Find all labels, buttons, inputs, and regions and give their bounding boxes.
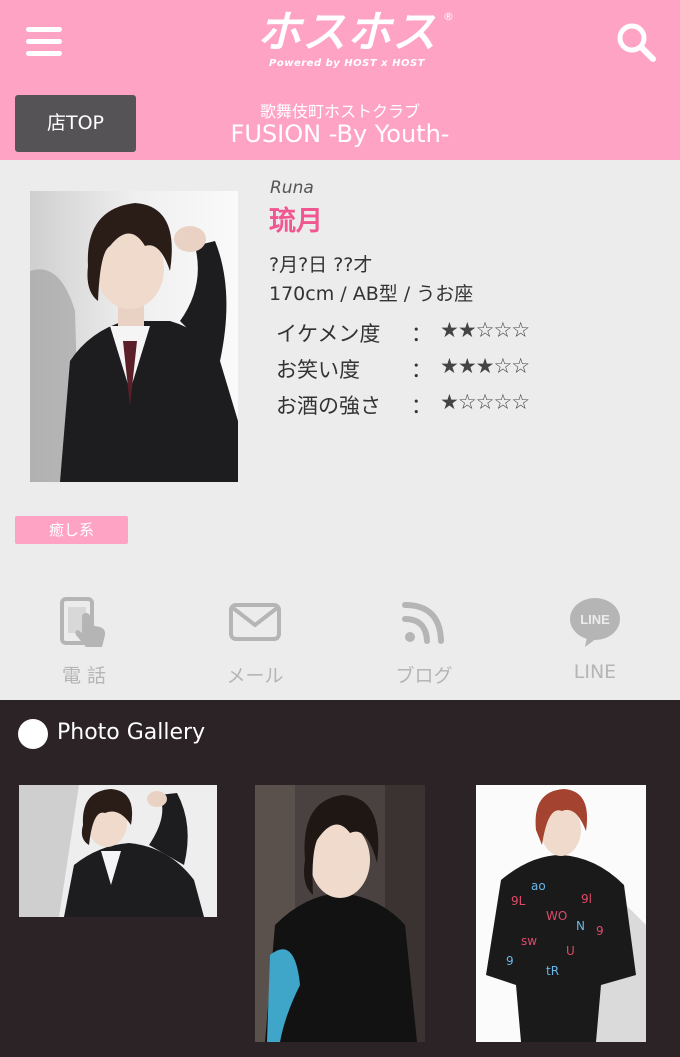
logo-tagline: Powered by HOST x HOST <box>269 58 425 69</box>
rating-colon: ： <box>411 358 432 382</box>
contact-line-button[interactable]: LINE LINE <box>535 595 655 690</box>
rating-colon: ： <box>411 322 432 346</box>
hamburger-menu-icon[interactable] <box>22 24 68 60</box>
store-name[interactable]: FUSION -By Youth- <box>190 120 490 148</box>
contact-label: 電 話 <box>61 665 107 687</box>
search-icon[interactable] <box>614 20 658 64</box>
phone-tap-icon <box>60 597 106 647</box>
svg-text:tR: tR <box>546 964 559 978</box>
svg-text:WO: WO <box>546 909 567 923</box>
contact-label: メール <box>226 665 284 687</box>
rating-label: お笑い度 <box>276 358 360 382</box>
svg-text:N: N <box>576 919 585 933</box>
registered-mark: ® <box>443 10 454 23</box>
star-rating: ★★☆☆☆ <box>440 318 530 342</box>
mail-icon <box>229 603 281 641</box>
rating-colon: ： <box>411 394 432 418</box>
logo-text: ホスホス <box>257 7 437 58</box>
svg-text:9L: 9L <box>511 894 526 908</box>
store-top-button[interactable]: 店TOP <box>15 95 136 152</box>
host-name: 琉月 <box>269 206 323 237</box>
star-rating: ★★★☆☆ <box>440 354 530 378</box>
svg-text:sw: sw <box>521 934 537 948</box>
svg-text:U: U <box>566 944 575 958</box>
star-rating: ★☆☆☆☆ <box>440 390 530 414</box>
type-tag: 癒し系 <box>15 516 128 544</box>
host-birthday: ?月?日 ??才 <box>269 254 373 276</box>
gallery-photo-2[interactable] <box>255 785 425 1042</box>
svg-text:9l: 9l <box>581 892 592 906</box>
line-icon-text: LINE <box>580 612 610 627</box>
gallery-photo-1[interactable] <box>19 785 217 917</box>
circle-icon <box>18 719 48 749</box>
svg-text:ao: ao <box>531 879 546 893</box>
profile-photo[interactable] <box>30 191 238 482</box>
gallery-photo-3[interactable]: 9L WO 9l sw U 9 ao N 9 tR <box>476 785 646 1042</box>
site-logo[interactable]: ホスホス Powered by HOST x HOST ® <box>232 8 462 72</box>
contact-label: ブログ <box>395 665 453 687</box>
photo-gallery-section: Photo Gallery 9L WO 9l sw U 9 ao N 9 tR <box>0 700 680 1057</box>
line-icon: LINE <box>570 598 620 647</box>
contact-label: LINE <box>573 661 617 683</box>
rss-icon <box>402 602 444 644</box>
svg-text:9: 9 <box>506 954 514 968</box>
contact-phone-button[interactable]: 電 話 <box>24 595 144 690</box>
host-romaji-name: Runa <box>270 178 314 198</box>
header-bar: ホスホス Powered by HOST x HOST ® 店TOP 歌舞伎町ホ… <box>0 0 680 160</box>
rating-label: お酒の強さ <box>276 394 381 418</box>
svg-text:9: 9 <box>596 924 604 938</box>
store-subtitle: 歌舞伎町ホストクラブ <box>259 102 420 121</box>
host-body-info: 170cm / AB型 / うお座 <box>269 283 474 305</box>
contact-mail-button[interactable]: メール <box>195 595 315 690</box>
contact-blog-button[interactable]: ブログ <box>364 595 484 690</box>
rating-label: イケメン度 <box>276 322 381 346</box>
gallery-title: Photo Gallery <box>57 720 206 745</box>
